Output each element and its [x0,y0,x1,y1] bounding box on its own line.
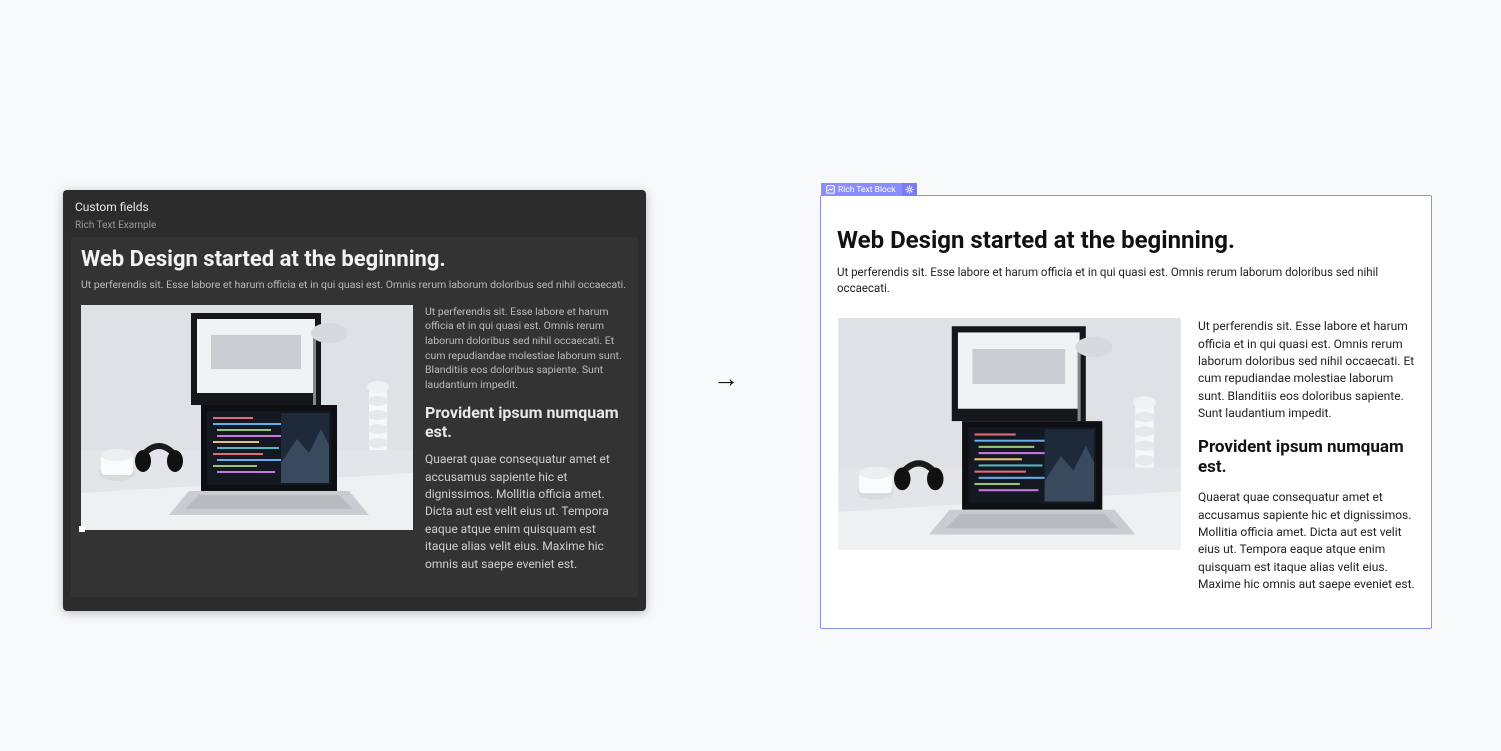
rich-text-editor[interactable]: Web Design started at the beginning. Ut … [71,237,638,597]
render-block[interactable]: Rich Text Block Web Design started at th… [820,195,1432,629]
editor-panel: Custom fields Rich Text Example Web Desi… [63,190,646,611]
editor-heading[interactable]: Web Design started at the beginning. [81,247,628,272]
gear-icon [905,185,914,194]
render-paragraph-1: Ut perferendis sit. Esse labore et harum… [1198,318,1415,422]
render-paragraph-2: Quaerat quae consequatur amet et accusam… [1198,489,1415,593]
laptop-desk-illustration [837,318,1182,550]
block-selection-label[interactable]: Rich Text Block [821,183,917,196]
editor-intro-paragraph[interactable]: Ut perferendis sit. Esse labore et harum… [81,278,628,293]
render-heading: Web Design started at the beginning. [837,226,1415,254]
block-label-text: Rich Text Block [838,185,900,195]
render-intro-paragraph: Ut perferendis sit. Esse labore et harum… [837,264,1415,296]
arrow-icon: → [713,363,739,394]
block-settings-button[interactable] [902,183,917,196]
editor-image[interactable] [81,305,413,530]
render-image [837,318,1182,550]
panel-title: Custom fields [63,190,646,220]
editor-paragraph-2[interactable]: Quaerat quae consequatur amet et accusam… [425,451,628,573]
laptop-desk-illustration [81,305,413,530]
selection-handle[interactable] [79,526,85,532]
render-text-column: Ut perferendis sit. Esse labore et harum… [1198,318,1415,607]
render-subheading: Provident ipsum numquam est. [1198,437,1415,478]
editor-paragraph-1[interactable]: Ut perferendis sit. Esse labore et harum… [425,305,628,393]
block-type-icon [825,185,835,195]
editor-text-column[interactable]: Ut perferendis sit. Esse labore et harum… [425,305,628,583]
field-label: Rich Text Example [63,220,646,237]
editor-subheading[interactable]: Provident ipsum numquam est. [425,403,628,441]
